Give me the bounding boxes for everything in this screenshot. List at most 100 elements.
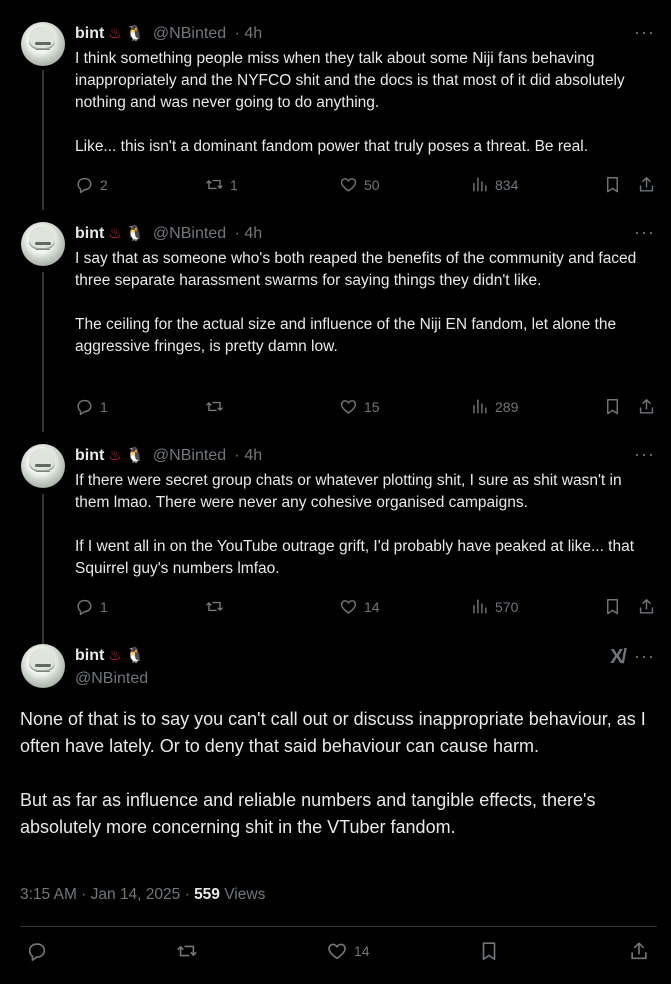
thread-line [42,70,44,210]
grok-icon[interactable]: X/ [610,646,627,669]
like-button[interactable]: 50 [339,175,380,194]
reply-count: 1 [100,398,108,415]
views-count: 559 [194,886,220,903]
reply-button[interactable]: 1 [75,397,108,416]
tweet-time[interactable]: · 4h [235,225,263,242]
penguin-icon: 🐧 [125,647,145,664]
reply-icon [28,943,46,961]
more-icon[interactable]: ··· [634,646,655,667]
more-icon[interactable]: ··· [634,444,655,465]
bookmark-icon [482,942,496,961]
share-button[interactable] [637,175,656,194]
share-icon [639,177,654,192]
avatar[interactable] [21,444,65,488]
author-handle[interactable]: @NBinted [153,447,226,464]
like-button[interactable]: 15 [339,397,380,416]
like-icon [340,600,357,614]
hot-springs-icon: ♨ [108,225,122,242]
tweet-text: None of that is to say you can't call ou… [20,709,646,837]
views-count: 289 [495,398,519,415]
repost-icon [177,945,197,957]
hot-springs-icon: ♨ [108,25,122,42]
views-icon [473,599,487,614]
bookmark-icon [607,599,618,615]
repost-button[interactable] [205,397,224,416]
share-icon [631,942,647,960]
reply-icon [77,177,92,194]
like-button[interactable]: 14 [326,940,370,962]
tweet-actions: 1 14 570 [75,597,657,619]
penguin-icon: 🐧 [125,225,145,242]
views-button[interactable]: 570 [470,597,518,616]
bookmark-icon [607,177,618,193]
views-button[interactable]: 834 [470,175,518,194]
tweet-time[interactable]: · 4h [235,447,263,464]
tweet-text: I say that as someone who's both reaped … [75,250,637,355]
share-icon [639,399,654,414]
repost-button[interactable]: 1 [205,175,238,194]
tweet-header: bint ♨ 🐧 [75,646,144,666]
like-count: 14 [364,598,380,615]
tweet-header: bint ♨ 🐧 @NBinted · 4h [75,24,262,44]
author-name[interactable]: bint [75,225,104,242]
like-count: 15 [364,398,380,415]
tweet-meta: 3:15 AM · Jan 14, 2025 · 559 Views [20,886,265,904]
repost-button[interactable] [205,597,224,616]
share-button[interactable] [637,597,656,616]
reply-count: 1 [100,598,108,615]
views-count: 570 [495,598,519,615]
like-count: 50 [364,176,380,193]
author-handle[interactable]: @NBinted [153,225,226,242]
penguin-icon: 🐧 [125,25,145,42]
share-button[interactable] [628,940,650,962]
author-name[interactable]: bint [75,647,104,664]
repost-icon [206,601,223,612]
views-button[interactable]: 289 [470,397,518,416]
views-icon [473,177,487,192]
reply-button[interactable]: 1 [75,597,108,616]
avatar[interactable] [21,644,65,688]
author-name[interactable]: bint [75,447,104,464]
hot-springs-icon: ♨ [108,447,122,464]
more-icon[interactable]: ··· [634,22,655,43]
avatar[interactable] [21,22,65,66]
like-icon [340,400,357,414]
reply-button[interactable] [26,940,48,962]
tweet-actions: 1 15 289 [75,397,657,419]
author-handle[interactable]: @NBinted [153,25,226,42]
author-name[interactable]: bint [75,25,104,42]
share-button[interactable] [637,397,656,416]
author-handle[interactable]: @NBinted [75,670,148,687]
tweet-header: bint ♨ 🐧 @NBinted · 4h [75,446,262,466]
views-icon [473,399,487,414]
bookmark-icon [607,399,618,415]
repost-icon [206,401,223,412]
views-label: Views [224,886,266,903]
bookmark-button[interactable] [478,940,500,962]
thread-line [42,494,44,644]
bookmark-button[interactable] [603,175,622,194]
tweet-timestamp[interactable]: 3:15 AM · Jan 14, 2025 · [20,886,190,903]
tweet-actions: 2 1 50 834 [75,175,657,197]
like-count: 14 [354,943,370,959]
repost-count: 1 [230,176,238,193]
more-icon[interactable]: ··· [634,222,655,243]
hot-springs-icon: ♨ [108,647,122,664]
thread-line [42,272,44,432]
like-icon [340,178,357,192]
like-button[interactable]: 14 [339,597,380,616]
bookmark-button[interactable] [603,397,622,416]
author-handle-row: @NBinted [75,669,148,689]
tweet-time[interactable]: · 4h [235,25,263,42]
repost-button[interactable] [176,940,198,962]
repost-icon [206,179,223,190]
tweet-header: bint ♨ 🐧 @NBinted · 4h [75,224,262,244]
reply-count: 2 [100,176,108,193]
reply-button[interactable]: 2 [75,175,108,194]
reply-icon [77,599,92,616]
share-icon [639,599,654,614]
like-icon [328,943,346,960]
tweet-text: If there were secret group chats or what… [75,472,635,577]
bookmark-button[interactable] [603,597,622,616]
avatar[interactable] [21,222,65,266]
